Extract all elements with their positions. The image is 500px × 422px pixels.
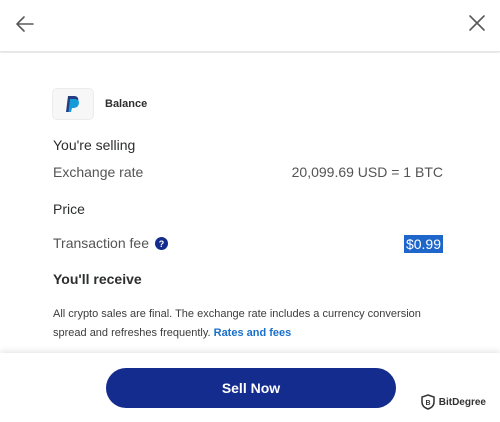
arrow-left-icon xyxy=(16,16,34,32)
svg-text:?: ? xyxy=(159,239,165,249)
paypal-logo-icon xyxy=(53,89,93,119)
selling-row: You're selling xyxy=(53,137,443,153)
sell-now-button[interactable]: Sell Now xyxy=(106,368,396,408)
transaction-fee-label-wrap: Transaction fee? xyxy=(53,235,168,252)
back-button[interactable] xyxy=(14,13,36,35)
sell-details-panel: Balance You're selling Exchange rate 20,… xyxy=(0,53,500,353)
close-button[interactable] xyxy=(468,14,486,32)
rates-and-fees-link[interactable]: Rates and fees xyxy=(214,327,292,339)
exchange-rate-row: Exchange rate 20,099.69 USD = 1 BTC xyxy=(53,164,443,180)
info-icon[interactable]: ? xyxy=(154,236,168,253)
watermark-text: BitDegree xyxy=(438,396,486,408)
bitdegree-watermark: B BitDegree xyxy=(416,392,490,412)
receive-label: You'll receive xyxy=(53,271,142,287)
bitdegree-shield-icon: B xyxy=(421,394,435,410)
transaction-fee-value: $0.99 xyxy=(403,235,443,253)
price-label: Price xyxy=(53,201,85,217)
exchange-rate-value: 20,099.69 USD = 1 BTC xyxy=(291,164,443,180)
price-row: Price xyxy=(53,201,443,217)
transaction-fee-row: Transaction fee? $0.99 xyxy=(53,235,443,253)
receive-row: You'll receive xyxy=(53,271,443,287)
source-label: Balance xyxy=(105,98,148,110)
close-icon xyxy=(469,15,485,31)
svg-text:B: B xyxy=(425,400,430,407)
payment-source: Balance xyxy=(53,89,147,119)
selling-label: You're selling xyxy=(53,137,136,153)
header-bar xyxy=(0,0,500,52)
exchange-rate-label: Exchange rate xyxy=(53,164,144,180)
transaction-fee-label: Transaction fee xyxy=(53,235,149,252)
disclaimer-text: All crypto sales are final. The exchange… xyxy=(53,305,453,343)
